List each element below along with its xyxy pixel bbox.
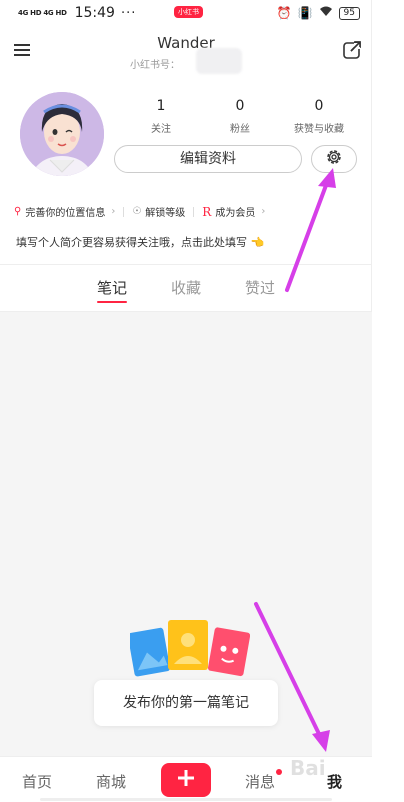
plus-icon [177, 769, 195, 791]
notification-dots: ··· [120, 5, 137, 21]
stat-followers[interactable]: 0 粉丝 [205, 98, 275, 135]
likes-collects-label: 获赞与收藏 [294, 124, 344, 135]
medal-icon: ☉ [132, 206, 142, 217]
bio-prompt[interactable]: 填写个人简介更容易获得关注哦，点击此处填写 👈 [16, 234, 264, 250]
empty-state-illustration [122, 618, 251, 688]
unread-badge [276, 769, 282, 775]
nav-me[interactable]: 我 [327, 771, 342, 792]
chevron-right-icon: › [261, 206, 266, 217]
battery-indicator: 95 [338, 6, 360, 20]
chip-location[interactable]: ⚲ 完善你的位置信息 › [14, 204, 115, 219]
alarm-icon: ⏰ [276, 6, 292, 20]
nav-mall[interactable]: 商城 [96, 771, 126, 792]
following-count: 1 [156, 98, 166, 114]
following-label: 关注 [151, 124, 171, 135]
profile-tabs: 笔记 收藏 赞过 [0, 264, 372, 312]
followers-label: 粉丝 [230, 124, 250, 135]
stat-likes-collects[interactable]: 0 获赞与收藏 [284, 98, 354, 135]
home-indicator [40, 798, 332, 801]
app-badge: 小红书 [174, 6, 203, 18]
username-title: Wander [157, 34, 215, 52]
settings-button[interactable] [311, 145, 357, 173]
vibrate-icon: 📳 [297, 6, 313, 20]
tab-liked[interactable]: 赞过 [230, 277, 290, 298]
network-indicator: 4G HD 4G HD [18, 8, 67, 17]
divider [193, 206, 195, 217]
share-icon[interactable] [342, 40, 362, 60]
gear-icon [325, 148, 343, 170]
status-icons: ⏰ 📳 95 [277, 6, 360, 20]
profile-chips: ⚲ 完善你的位置信息 › ☉ 解锁等级 R 成为会员 › [14, 204, 266, 220]
edit-profile-button[interactable]: 编辑资料 [114, 145, 302, 173]
nav-home[interactable]: 首页 [22, 771, 52, 792]
user-id-redacted [196, 48, 242, 74]
right-margin [372, 0, 404, 802]
stat-following[interactable]: 1 关注 [126, 98, 196, 135]
profile-header: Wander 小红书号： [0, 26, 372, 76]
clock: 15:49 [74, 5, 115, 21]
active-tab-indicator [97, 301, 127, 303]
status-bar: 4G HD 4G HD 15:49 ··· 小红书 ⏰ 📳 95 [0, 0, 372, 26]
avatar[interactable] [20, 92, 104, 176]
tab-notes[interactable]: 笔记 [82, 277, 142, 298]
likes-collects-count: 0 [314, 98, 324, 114]
divider [123, 206, 125, 217]
chip-level-label: 解锁等级 [145, 208, 186, 219]
tab-collections[interactable]: 收藏 [156, 277, 216, 298]
location-icon: ⚲ [14, 206, 22, 217]
wifi-icon [319, 6, 333, 20]
nav-messages[interactable]: 消息 [245, 771, 275, 792]
chip-level[interactable]: ☉ 解锁等级 [132, 204, 185, 219]
chip-member[interactable]: R 成为会员 › [202, 204, 266, 220]
followers-count: 0 [235, 98, 245, 114]
bottom-nav: 首页 商城 消息 我 [0, 756, 372, 802]
publish-button[interactable] [161, 763, 211, 797]
app-screen: 4G HD 4G HD 15:49 ··· 小红书 ⏰ 📳 95 Wander … [0, 0, 372, 802]
user-id-label: 小红书号： [130, 60, 180, 71]
r-icon: R [202, 204, 212, 219]
chevron-right-icon: › [111, 206, 116, 217]
chip-location-label: 完善你的位置信息 [25, 208, 106, 219]
empty-state-text[interactable]: 发布你的第一篇笔记 [94, 680, 278, 726]
chip-member-label: 成为会员 [215, 208, 256, 219]
